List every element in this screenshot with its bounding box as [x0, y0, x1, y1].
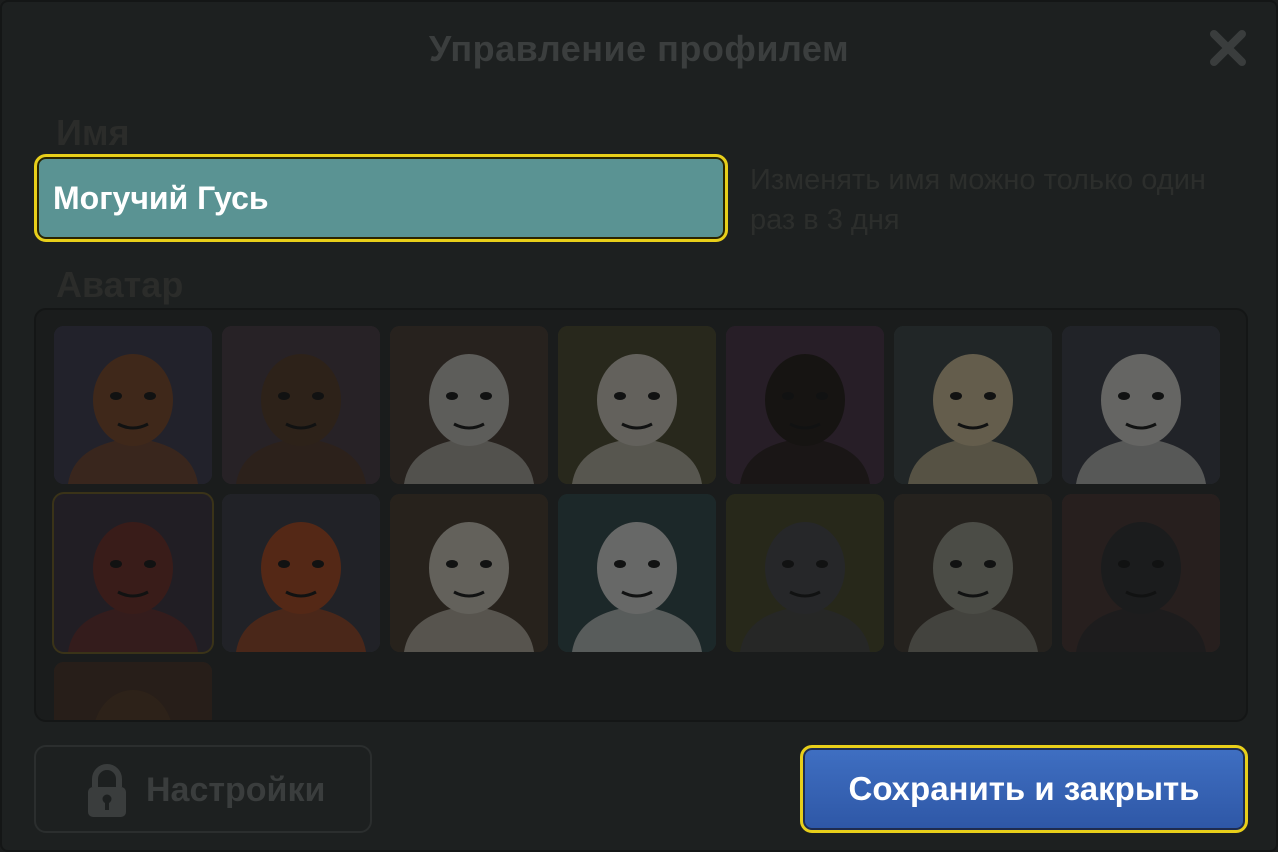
avatar-witch[interactable] [1062, 494, 1220, 652]
avatar-label: Аватар [56, 264, 184, 305]
avatar-officer[interactable] [52, 492, 214, 654]
officer-portrait-icon [54, 494, 212, 652]
avatar-wolf[interactable] [726, 494, 884, 652]
bear-portrait-icon [222, 326, 380, 484]
fox-portrait-icon [54, 326, 212, 484]
settings-button[interactable]: Настройки [34, 745, 372, 833]
avatar-goat[interactable] [558, 326, 716, 484]
queen-portrait-icon [726, 326, 884, 484]
close-button[interactable] [1206, 26, 1250, 70]
rooster-portrait-icon [222, 494, 380, 652]
avatar-fox[interactable] [54, 326, 212, 484]
vampire-portrait-icon [894, 494, 1052, 652]
princess-portrait-icon [894, 326, 1052, 484]
settings-button-label: Настройки [146, 771, 326, 809]
snowman-portrait-icon [558, 494, 716, 652]
avatar-astronaut[interactable] [390, 326, 548, 484]
close-icon [1210, 30, 1246, 66]
astronaut-portrait-icon [390, 326, 548, 484]
avatar-snowman[interactable] [558, 494, 716, 652]
name-input[interactable] [34, 154, 728, 242]
avatar-old-king[interactable] [1062, 326, 1220, 484]
avatar-vampire[interactable] [894, 494, 1052, 652]
skeleton-portrait-icon [390, 494, 548, 652]
goat-portrait-icon [558, 326, 716, 484]
lock-icon [88, 764, 126, 817]
avatar-grid [52, 326, 1220, 720]
avatar-skeleton[interactable] [390, 494, 548, 652]
avatar-bear[interactable] [222, 326, 380, 484]
dialog-title: Управление профилем [428, 28, 850, 69]
witch-portrait-icon [1062, 494, 1220, 652]
old-king-portrait-icon [1062, 326, 1220, 484]
save-and-close-button[interactable]: Сохранить и закрыть [800, 745, 1248, 833]
profile-dialog: Управление профилем Имя Изменять имя мож… [0, 0, 1278, 852]
avatar-panel [34, 308, 1248, 722]
avatar-princess[interactable] [894, 326, 1052, 484]
avatar-deer[interactable] [54, 662, 212, 720]
deer-portrait-icon [54, 662, 212, 720]
name-label: Имя [56, 112, 130, 153]
name-change-hint: Изменять имя можно только один раз в 3 д… [750, 164, 1206, 236]
avatar-queen[interactable] [726, 326, 884, 484]
avatar-rooster[interactable] [222, 494, 380, 652]
wolf-portrait-icon [726, 494, 884, 652]
